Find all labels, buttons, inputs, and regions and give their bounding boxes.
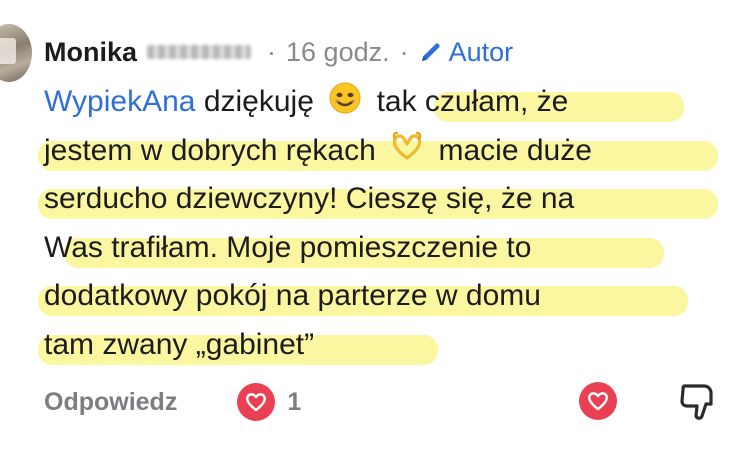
author-badge-label: Autor [448, 36, 514, 67]
pencil-icon [421, 43, 440, 61]
line-text: macie duże [438, 133, 592, 167]
heart-icon [588, 392, 608, 411]
comment-line-3: serducho dziewczyny! Cieszę się, że na [38, 175, 724, 224]
reply-button[interactable]: Odpowiedz [44, 388, 177, 417]
heart-glyph-icon [246, 393, 267, 412]
comment-line-5: dodatkowy pokój na parterze w domu [38, 272, 724, 321]
mention-link[interactable]: WypiekAna [44, 85, 195, 118]
thumbs-down-icon[interactable] [678, 380, 718, 422]
line-text: jestem w dobrych rękach [44, 133, 376, 167]
heart-hands-emoji-icon [392, 131, 422, 160]
comment-line-4: Was trafiłam. Moje pomieszczenie to [44, 224, 724, 273]
like-button[interactable] [579, 382, 617, 420]
line-text: Was trafiłam. Moje pomieszczenie to [44, 230, 532, 264]
like-summary[interactable]: 1 [237, 383, 301, 421]
author-name[interactable]: Monika [44, 37, 137, 68]
comment-line-1: WypiekAna dziękuję tak czułam, że [44, 78, 724, 127]
smiling-face-emoji-icon [329, 82, 361, 114]
separator-dot: · [267, 36, 277, 67]
heart-reaction-icon [237, 383, 276, 421]
comment-body: WypiekAna dziękuję tak czułam, że jestem… [38, 78, 724, 370]
line-text: tam zwany „gabinet” [44, 327, 315, 361]
separator-dot-2: · [399, 36, 409, 67]
line-text: tak czułam, że [376, 85, 569, 118]
comment-line-6: tam zwany „gabinet” [38, 321, 724, 370]
comment-actions: Odpowiedz 1 [44, 380, 724, 424]
redacted-surname [145, 41, 257, 63]
avatar[interactable] [0, 24, 32, 82]
like-count: 1 [287, 387, 302, 416]
line-text: dodatkowy pokój na parterze w domu [44, 279, 541, 312]
comment-line-2: jestem w dobrych rękach macie duże [38, 127, 724, 176]
author-badge: Autor [419, 36, 514, 68]
line-text: dziękuję [203, 85, 314, 118]
comment-header: Monika · 16 godz. · Autor [44, 32, 513, 72]
timestamp: 16 godz. [286, 36, 390, 67]
line-text: serducho dziewczyny! Cieszę się, że na [44, 182, 575, 215]
